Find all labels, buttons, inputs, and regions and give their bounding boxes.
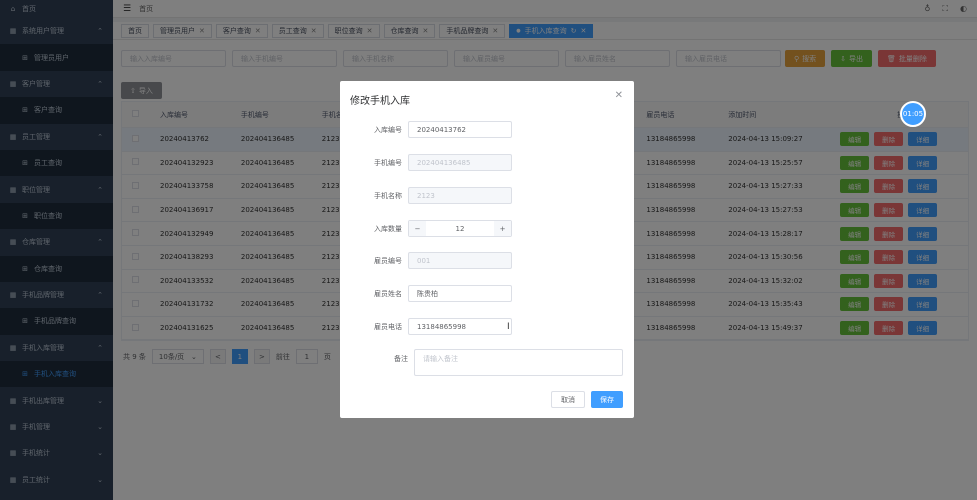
field-input: 2123 xyxy=(408,187,512,204)
plus-icon[interactable]: + xyxy=(494,221,511,236)
field-label: 手机名称 xyxy=(374,191,402,200)
edit-stock-in-dialog: 修改手机入库 ✕ 入库编号 20240413762 手机编号 202404136485… xyxy=(340,81,634,418)
form-row: 雇员电话 13184865998 xyxy=(340,318,634,335)
form-row: 入库数量 −12 + xyxy=(340,220,634,237)
remark-textarea[interactable]: 请输入备注 xyxy=(414,349,623,376)
quantity-value[interactable]: 12 xyxy=(426,225,494,233)
field-input[interactable]: 陈贵柏 xyxy=(408,285,512,302)
field-label: 雇员姓名 xyxy=(374,289,402,298)
field-input: 001 xyxy=(408,252,512,269)
field-label: 雇员编号 xyxy=(374,256,402,265)
field-label: 手机编号 xyxy=(374,158,402,167)
field-input[interactable]: 13184865998 xyxy=(408,318,512,335)
quantity-stepper[interactable]: −12 + xyxy=(408,220,512,237)
form-row: 雇员姓名 陈贵柏 xyxy=(340,285,634,302)
dialog-footer: 取消 保存 xyxy=(551,391,623,408)
form-row: 入库编号 20240413762 xyxy=(340,121,634,138)
form-row: 雇员编号 001 xyxy=(340,252,634,269)
form-row: 手机名称 2123 xyxy=(340,187,634,204)
field-label: 雇员电话 xyxy=(374,322,402,331)
remark-label: 备注 xyxy=(394,355,408,363)
close-icon[interactable]: ✕ xyxy=(615,90,623,101)
save-button[interactable]: 保存 xyxy=(591,391,623,408)
minus-icon[interactable]: − xyxy=(409,221,426,236)
field-label: 入库数量 xyxy=(374,224,402,233)
field-label: 入库编号 xyxy=(374,125,402,134)
recording-timer: 01:05 xyxy=(900,101,926,127)
text-cursor-icon: I xyxy=(507,322,510,332)
field-input[interactable]: 20240413762 xyxy=(408,121,512,138)
form-row: 手机编号 202404136485 xyxy=(340,154,634,171)
cancel-button[interactable]: 取消 xyxy=(551,391,585,408)
field-input: 202404136485 xyxy=(408,154,512,171)
dialog-title: 修改手机入库 xyxy=(350,96,410,107)
